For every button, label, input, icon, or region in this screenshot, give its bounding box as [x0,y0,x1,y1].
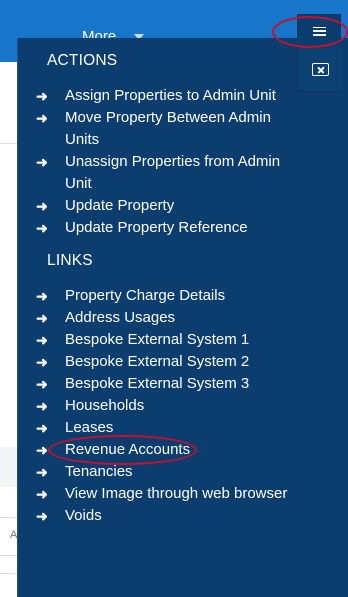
link-item-bespoke-external-system-1[interactable]: ➜ Bespoke External System 1 [36,329,326,351]
link-item-label: Tenancies [65,463,133,480]
link-item-label: View Image through web browser [65,485,288,502]
close-icon [312,63,329,76]
link-item-label: Voids [65,507,102,524]
action-item-label: Update Property [65,197,175,214]
actions-heading: ACTIONS [47,52,118,69]
link-item-tenancies[interactable]: ➜ Tenancies [36,461,326,483]
link-item-households[interactable]: ➜ Households [36,395,326,417]
arrow-right-icon: ➜ [36,110,48,126]
arrow-right-icon: ➜ [36,464,48,480]
arrow-right-icon: ➜ [36,508,48,524]
link-item-bespoke-external-system-3[interactable]: ➜ Bespoke External System 3 [36,373,326,395]
hamburger-menu-icon [312,26,326,36]
link-item-address-usages[interactable]: ➜ Address Usages [36,307,326,329]
action-item-move-property[interactable]: ➜ Move Property Between Admin Units [36,107,326,151]
arrow-right-icon: ➜ [36,442,48,458]
link-item-label: Households [65,397,145,414]
actions-links-panel: ACTIONS ➜ Assign Properties to Admin Uni… [17,38,348,597]
arrow-right-icon: ➜ [36,220,48,236]
links-heading: LINKS [47,252,93,269]
arrow-right-icon: ➜ [36,198,48,214]
arrow-right-icon: ➜ [36,398,48,414]
background-divider [0,573,18,574]
action-item-label: Move Property Between Admin Units [65,109,271,148]
action-item-update-property[interactable]: ➜ Update Property [36,195,326,217]
arrow-right-icon: ➜ [36,310,48,326]
action-item-update-property-reference[interactable]: ➜ Update Property Reference [36,217,326,239]
arrow-right-icon: ➜ [36,376,48,392]
link-item-leases[interactable]: ➜ Leases [36,417,326,439]
link-item-label: Bespoke External System 1 [65,331,250,348]
link-item-view-image[interactable]: ➜ View Image through web browser [36,483,326,505]
arrow-right-icon: ➜ [36,154,48,170]
link-item-revenue-accounts[interactable]: ➜ Revenue Accounts [36,439,326,461]
link-item-voids[interactable]: ➜ Voids [36,505,326,527]
background-divider [0,555,18,556]
link-item-label: Property Charge Details [65,287,226,304]
arrow-right-icon: ➜ [36,420,48,436]
arrow-right-icon: ➜ [36,88,48,104]
link-item-label: Bespoke External System 3 [65,375,250,392]
link-item-label: Revenue Accounts [65,441,191,458]
background-divider [0,517,18,518]
background-row [0,447,18,487]
background-divider [0,143,18,144]
action-item-label: Update Property Reference [65,219,248,236]
arrow-right-icon: ➜ [36,332,48,348]
action-item-assign-properties[interactable]: ➜ Assign Properties to Admin Unit [36,85,326,107]
link-item-property-charge-details[interactable]: ➜ Property Charge Details [36,285,326,307]
arrow-right-icon: ➜ [36,354,48,370]
link-item-bespoke-external-system-2[interactable]: ➜ Bespoke External System 2 [36,351,326,373]
action-item-label: Assign Properties to Admin Unit [65,87,276,104]
arrow-right-icon: ➜ [36,486,48,502]
link-item-label: Bespoke External System 2 [65,353,250,370]
links-list: ➜ Property Charge Details ➜ Address Usag… [36,285,326,527]
action-item-unassign-properties[interactable]: ➜ Unassign Properties from Admin Unit [36,151,326,195]
actions-list: ➜ Assign Properties to Admin Unit ➜ Move… [36,85,326,239]
arrow-right-icon: ➜ [36,288,48,304]
link-item-label: Leases [65,419,114,436]
action-item-label: Unassign Properties from Admin Unit [65,153,281,192]
link-item-label: Address Usages [65,309,176,326]
